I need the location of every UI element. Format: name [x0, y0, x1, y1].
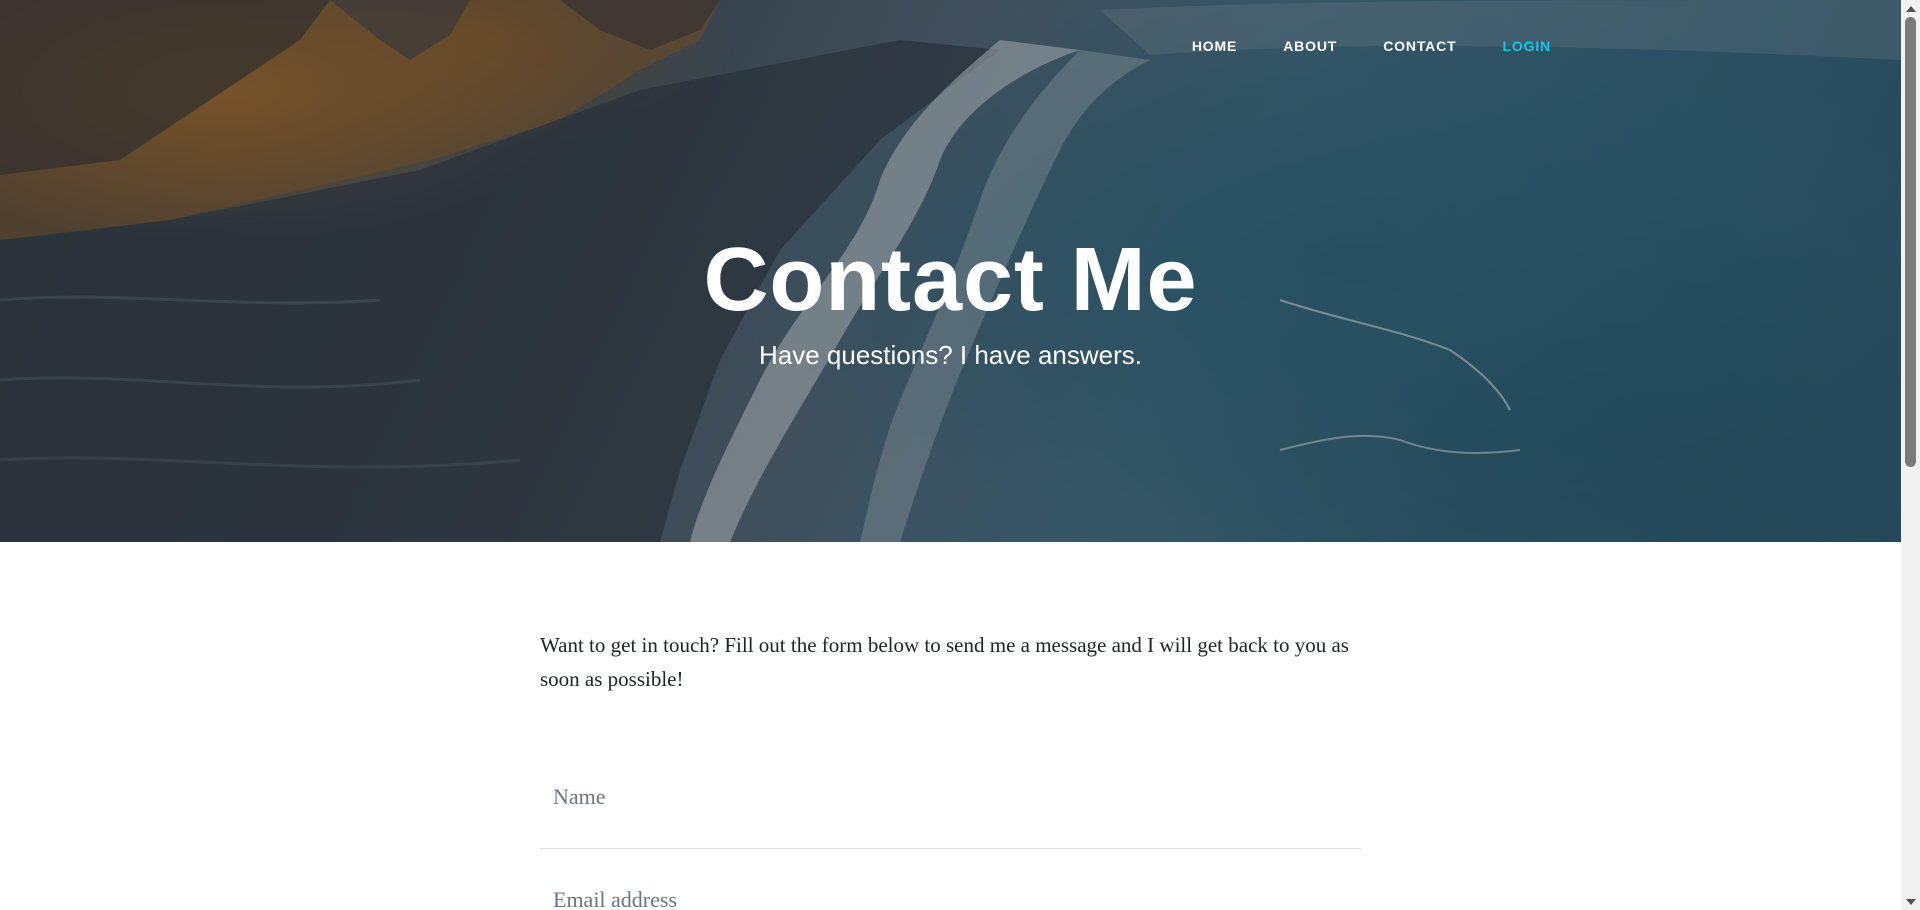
vertical-scrollbar[interactable] — [1901, 0, 1920, 910]
intro-text: Want to get in touch? Fill out the form … — [540, 633, 1349, 691]
page: HOME ABOUT CONTACT LOGIN Contact Me Have… — [0, 0, 1920, 910]
scroll-up-arrow-icon[interactable] — [1901, 0, 1920, 17]
scroll-down-arrow-icon[interactable] — [1901, 893, 1920, 910]
page-title: Contact Me — [703, 230, 1198, 330]
hero-header: HOME ABOUT CONTACT LOGIN Contact Me Have… — [0, 0, 1901, 542]
page-subtitle: Have questions? I have answers. — [759, 340, 1142, 370]
nav-item-login[interactable]: LOGIN — [1502, 36, 1551, 56]
scrollbar-thumb[interactable] — [1905, 17, 1916, 467]
contact-form — [540, 746, 1361, 910]
name-field — [540, 746, 1361, 849]
hero-heading: Contact Me Have questions? I have answer… — [0, 228, 1901, 372]
email-field — [540, 849, 1361, 910]
main-content: Want to get in touch? Fill out the form … — [540, 628, 1361, 910]
main-nav: HOME ABOUT CONTACT LOGIN — [1192, 36, 1551, 56]
name-input[interactable] — [540, 746, 1361, 848]
nav-item-contact[interactable]: CONTACT — [1383, 36, 1456, 56]
nav-item-about[interactable]: ABOUT — [1283, 36, 1337, 56]
nav-item-home[interactable]: HOME — [1192, 36, 1237, 56]
email-input[interactable] — [540, 849, 1361, 910]
